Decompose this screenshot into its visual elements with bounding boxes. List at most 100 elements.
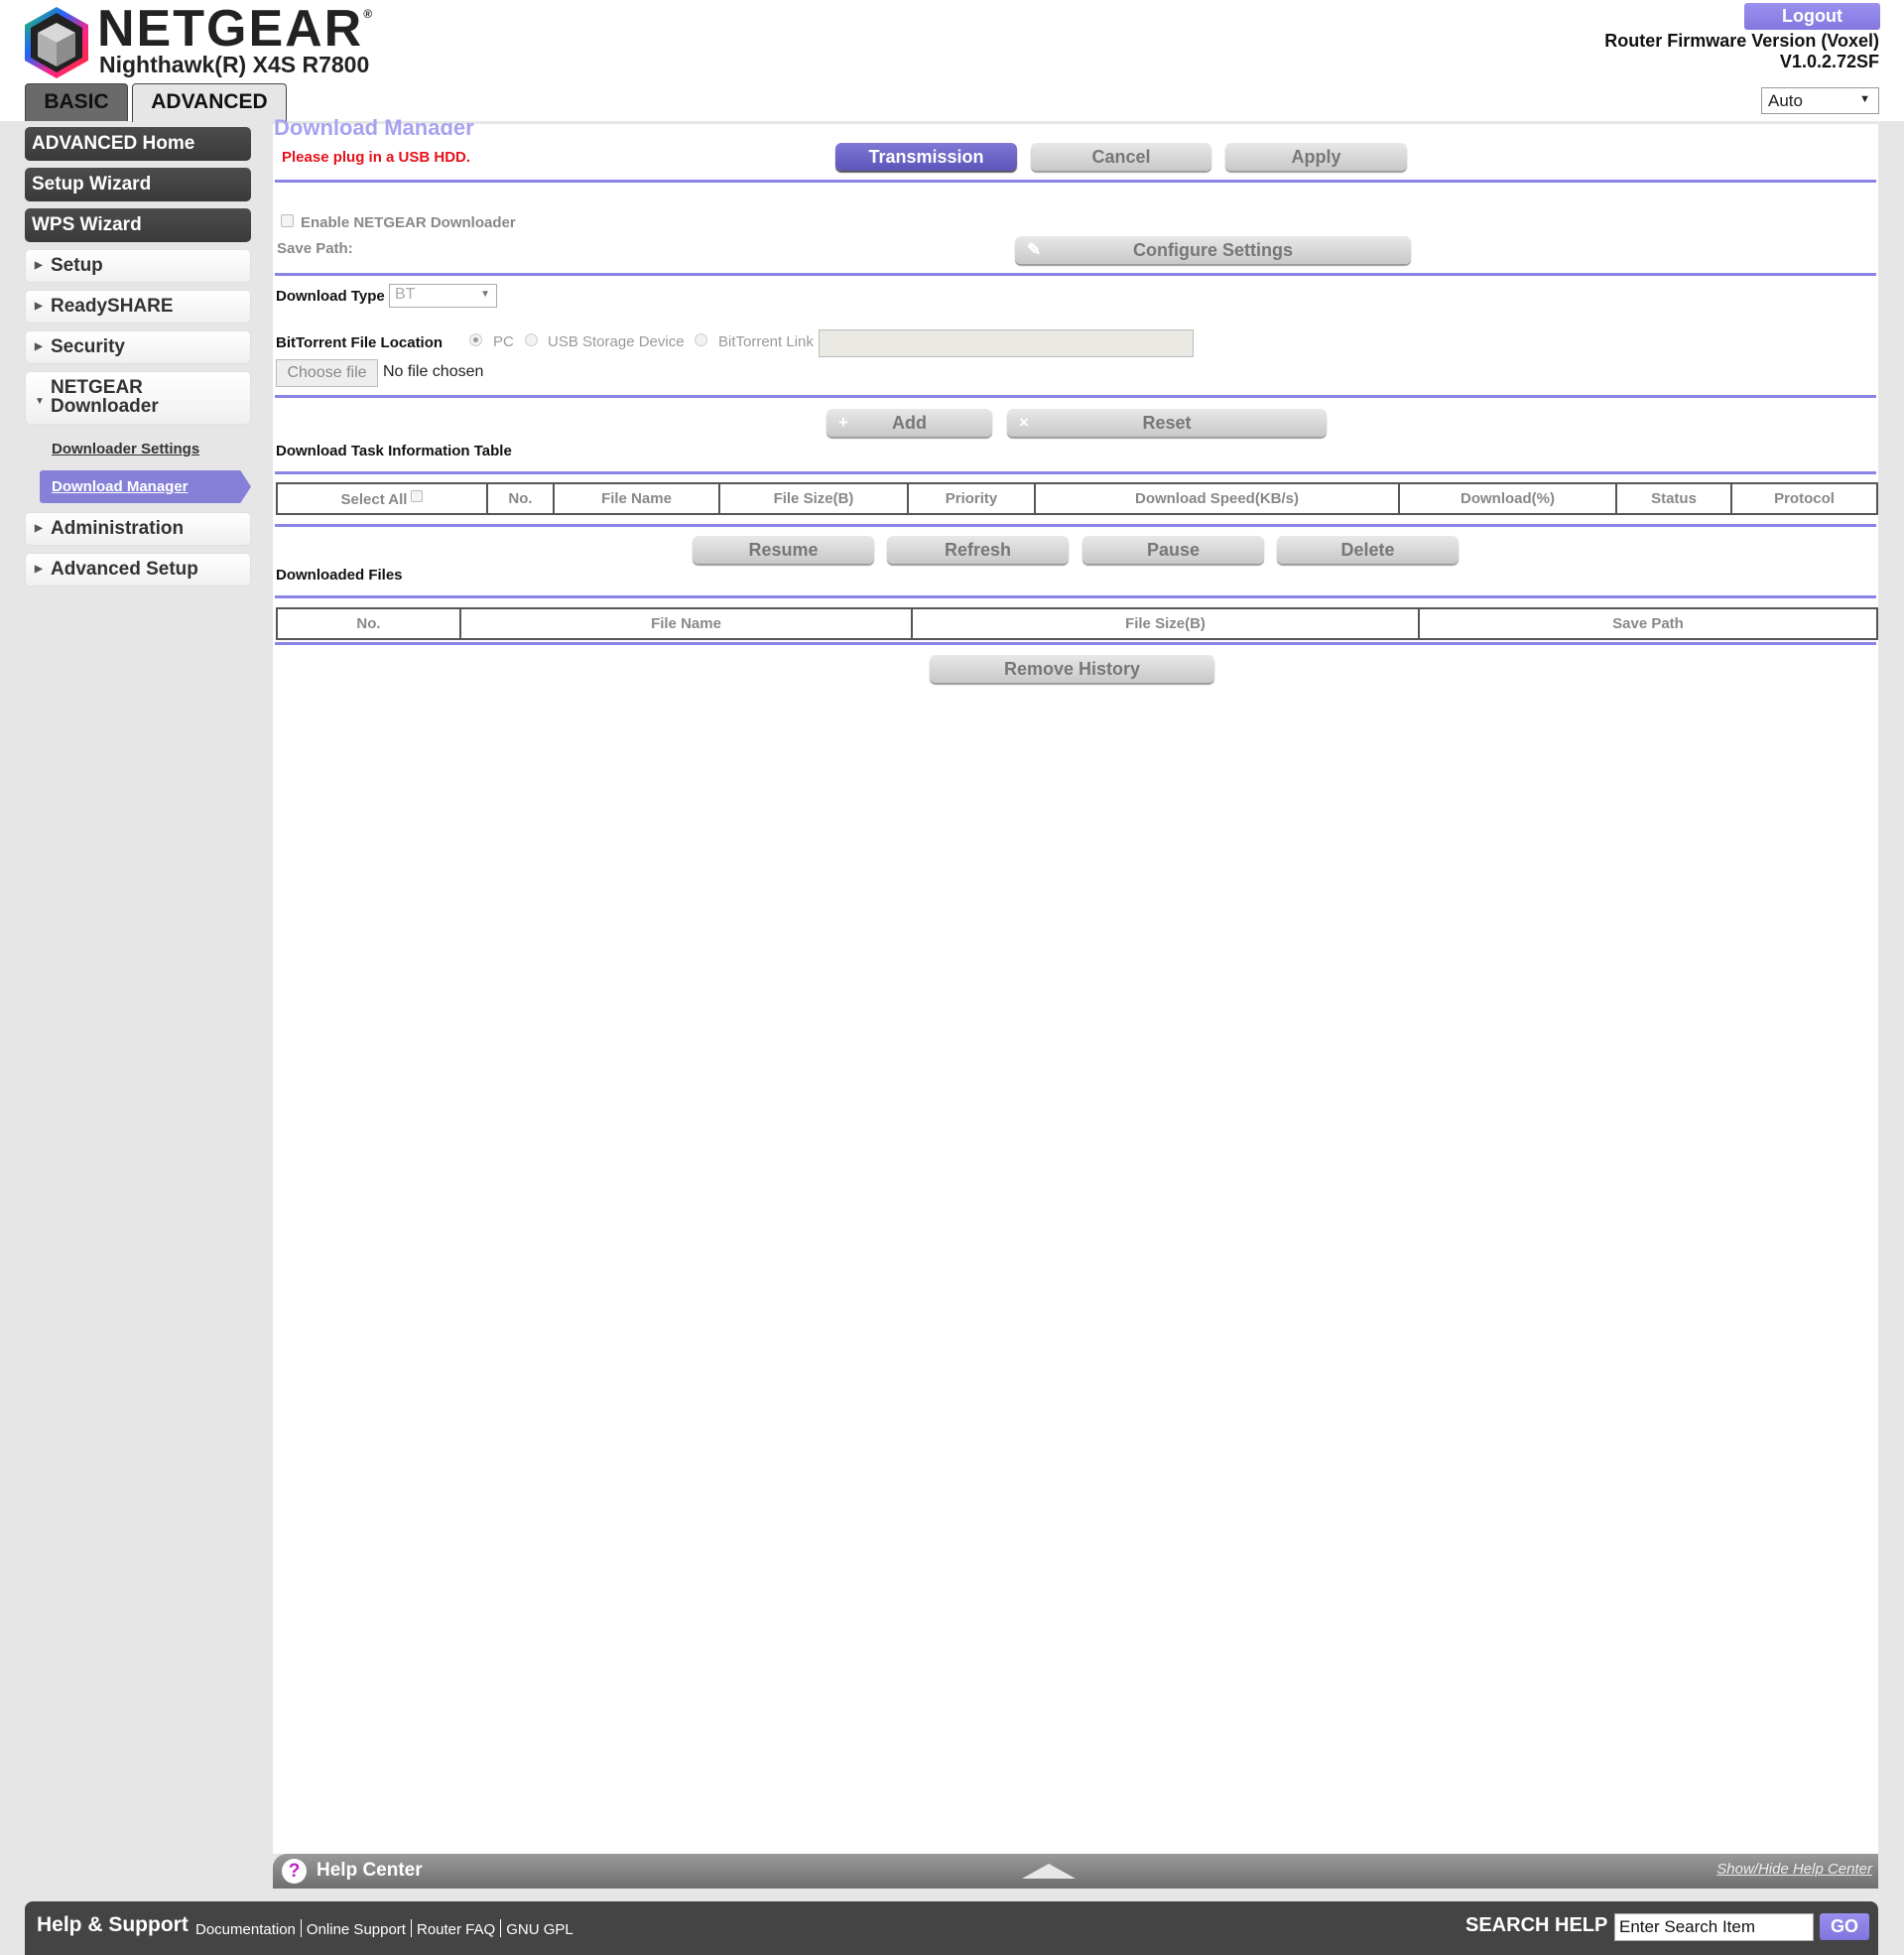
col-protocol: Protocol	[1730, 482, 1878, 515]
pause-button[interactable]: Pause	[1082, 536, 1264, 564]
triangle-right-icon: ▶	[35, 564, 43, 575]
search-help-input[interactable]	[1614, 1913, 1814, 1941]
header: NETGEAR® Nighthawk(R) X4S R7800 BASIC AD…	[0, 0, 1904, 122]
help-support-title: Help & Support	[37, 1913, 189, 1936]
col-file-size: File Size(B)	[718, 482, 909, 515]
save-path-label: Save Path:	[277, 240, 353, 257]
firmware-version: V1.0.2.72SF	[1779, 52, 1879, 71]
dropdown-arrow-icon: ▼	[1859, 93, 1870, 105]
triangle-right-icon: ▶	[35, 341, 43, 352]
sidebar-item-advanced-home[interactable]: ADVANCED Home	[25, 127, 251, 161]
add-button[interactable]: + Add	[826, 409, 992, 437]
sidebar-item-wps-wizard[interactable]: WPS Wizard	[25, 208, 251, 242]
enable-downloader-checkbox[interactable]	[281, 214, 294, 227]
bt-location-label: BitTorrent File Location	[276, 334, 444, 351]
main-content: Download Manager Please plug in a USB HD…	[273, 115, 1878, 1854]
divider	[275, 395, 1876, 398]
radio-usb-storage[interactable]	[525, 333, 538, 346]
downloaded-table-header: No. File Name File Size(B) Save Path	[276, 607, 1878, 640]
triangle-right-icon: ▶	[35, 301, 43, 312]
task-table-title: Download Task Information Table	[276, 443, 512, 459]
show-hide-help-link[interactable]: Show/Hide Help Center	[1716, 1861, 1872, 1878]
footer-links: Documentation Online Support Router FAQ GNU…	[195, 1919, 573, 1938]
col-priority: Priority	[907, 482, 1036, 515]
link-separator	[410, 1919, 412, 1937]
configure-settings-label: Configure Settings	[1133, 240, 1293, 260]
radio-bittorrent-link[interactable]	[695, 333, 707, 346]
file-status: No file chosen	[383, 363, 484, 380]
cancel-button[interactable]: Cancel	[1031, 143, 1211, 171]
tab-basic[interactable]: BASIC	[25, 83, 128, 121]
task-table-header: Select All No. File Name File Size(B) Pr…	[276, 482, 1878, 515]
help-center-bar: ? Help Center Show/Hide Help Center	[273, 1854, 1878, 1889]
divider	[275, 642, 1876, 645]
refresh-button[interactable]: Refresh	[887, 536, 1069, 564]
search-help-label: SEARCH HELP	[1465, 1914, 1608, 1936]
tab-advanced[interactable]: ADVANCED	[132, 83, 287, 122]
divider	[275, 180, 1876, 183]
sidebar-item-security[interactable]: ▶ Security	[25, 330, 251, 364]
triangle-right-icon: ▶	[35, 523, 43, 534]
col-status: Status	[1615, 482, 1732, 515]
sidebar-item-setup[interactable]: ▶ Setup	[25, 249, 251, 283]
col-file-name: File Name	[553, 482, 720, 515]
col-select-all: Select All	[276, 482, 488, 515]
radio-bittorrent-link-label: BitTorrent Link	[718, 333, 814, 350]
usb-warning: Please plug in a USB HDD.	[282, 149, 471, 166]
sidebar-item-netgear-downloader[interactable]: ▼ NETGEAR Downloader	[25, 371, 251, 425]
task-table: Select All No. File Name File Size(B) Pr…	[276, 482, 1878, 515]
language-select-value: Auto	[1768, 91, 1803, 110]
triangle-right-icon: ▶	[35, 260, 43, 271]
select-all-checkbox[interactable]	[411, 489, 424, 502]
footer-link-gnu-gpl[interactable]: GNU GPL	[506, 1921, 573, 1938]
reset-label: Reset	[1142, 413, 1192, 433]
transmission-button[interactable]: Transmission	[835, 143, 1017, 171]
plus-icon: +	[838, 413, 848, 432]
col-save-path: Save Path	[1418, 607, 1878, 640]
sidebar-item-setup-wizard[interactable]: Setup Wizard	[25, 168, 251, 201]
footer-link-documentation[interactable]: Documentation	[195, 1921, 296, 1938]
logo-cube-icon	[25, 7, 88, 78]
logout-button[interactable]: Logout	[1744, 3, 1880, 30]
add-label: Add	[892, 413, 927, 433]
help-center-title: Help Center	[317, 1860, 423, 1881]
reset-button[interactable]: × Reset	[1007, 409, 1327, 437]
downloaded-table: No. File Name File Size(B) Save Path	[276, 607, 1878, 640]
sidebar-item-label: Setup	[51, 255, 103, 276]
download-type-select[interactable]: BT ▼	[389, 284, 497, 308]
bittorrent-link-input[interactable]	[819, 329, 1194, 357]
configure-settings-button[interactable]: ✎ Configure Settings	[1015, 236, 1411, 264]
download-type-value: BT	[395, 286, 416, 303]
expand-up-icon[interactable]	[1022, 1864, 1076, 1879]
sidebar-item-label: NETGEAR Downloader	[51, 377, 159, 417]
remove-history-button[interactable]: Remove History	[930, 655, 1214, 683]
dropdown-arrow-icon: ▼	[480, 289, 490, 300]
link-separator	[300, 1919, 302, 1937]
radio-usb-storage-label: USB Storage Device	[548, 333, 685, 350]
resume-button[interactable]: Resume	[693, 536, 874, 564]
col-no: No.	[486, 482, 555, 515]
apply-button[interactable]: Apply	[1225, 143, 1407, 171]
sidebar-item-label: Advanced Setup	[51, 559, 198, 580]
enable-downloader-label: Enable NETGEAR Downloader	[301, 214, 516, 231]
sidebar-subitem-downloader-settings[interactable]: Downloader Settings	[52, 441, 199, 457]
divider	[275, 273, 1876, 276]
brand-name: NETGEAR®	[97, 0, 373, 58]
language-select[interactable]: Auto ▼	[1761, 87, 1879, 114]
sidebar-item-readyshare[interactable]: ▶ ReadySHARE	[25, 290, 251, 324]
sidebar-item-administration[interactable]: ▶ Administration	[25, 512, 251, 546]
download-type-label: Download Type	[276, 288, 385, 305]
sidebar-item-advanced-setup[interactable]: ▶ Advanced Setup	[25, 553, 251, 586]
choose-file-button[interactable]: Choose file	[276, 359, 378, 387]
col-file-size: File Size(B)	[911, 607, 1420, 640]
delete-button[interactable]: Delete	[1277, 536, 1459, 564]
sidebar-subitem-download-manager[interactable]: Download Manager	[40, 470, 251, 503]
firmware-label: Router Firmware Version (Voxel)	[1604, 31, 1879, 51]
footer-link-online-support[interactable]: Online Support	[307, 1921, 406, 1938]
col-download-percent: Download(%)	[1398, 482, 1617, 515]
radio-pc-label: PC	[493, 333, 514, 350]
radio-pc[interactable]	[469, 333, 482, 346]
footer-link-router-faq[interactable]: Router FAQ	[417, 1921, 495, 1938]
divider	[275, 524, 1876, 527]
search-go-button[interactable]: GO	[1820, 1913, 1869, 1940]
